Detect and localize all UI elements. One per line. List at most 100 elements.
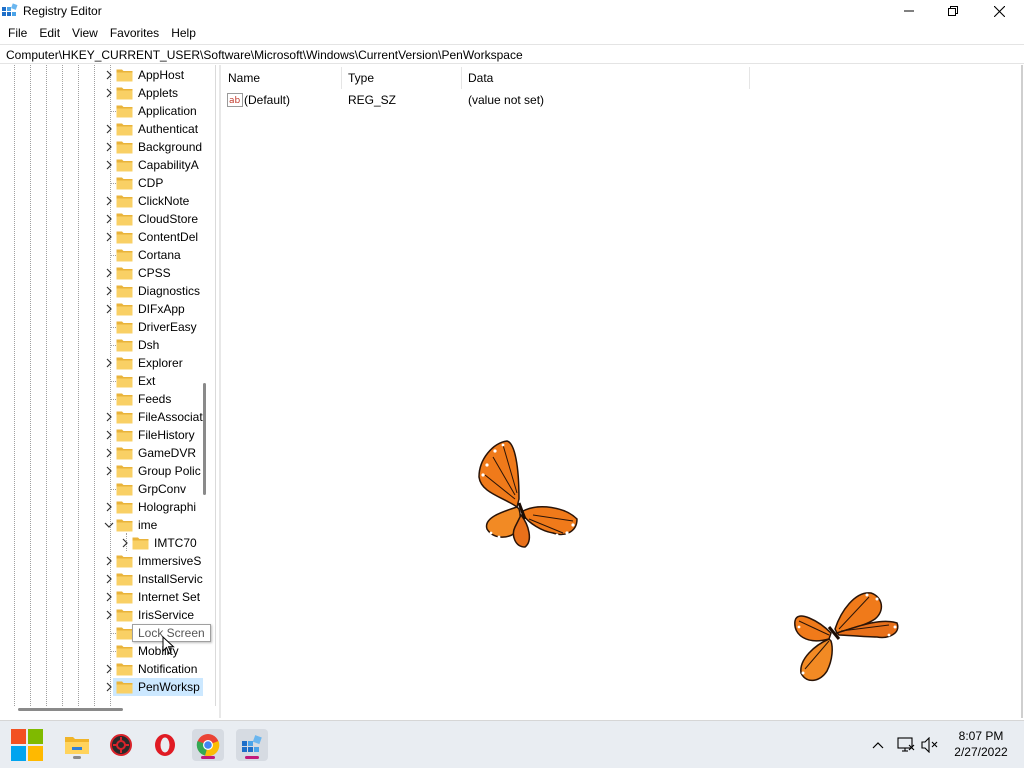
restore-button[interactable] (930, 0, 976, 22)
tree-node[interactable]: IMTC70 (0, 534, 215, 552)
tree-node[interactable]: Group Polic (0, 462, 215, 480)
network-icon (897, 737, 915, 752)
chevron-right-icon[interactable] (104, 556, 114, 566)
chevron-right-icon[interactable] (120, 538, 130, 548)
tree-node-label: AppHost (138, 68, 185, 82)
menu-view[interactable]: View (66, 23, 104, 43)
chevron-right-icon[interactable] (104, 160, 114, 170)
chevron-right-icon[interactable] (104, 466, 114, 476)
tree-node[interactable]: CapabilityA (0, 156, 215, 174)
file-explorer-taskbar-button[interactable] (61, 729, 93, 761)
column-header-data[interactable]: Data (468, 69, 493, 87)
tree-node[interactable]: AppHost (0, 66, 215, 84)
tree-node[interactable]: Mobility (0, 642, 215, 660)
opera-taskbar-button[interactable] (149, 729, 181, 761)
address-path[interactable]: Computer\HKEY_CURRENT_USER\Software\Micr… (6, 48, 523, 62)
chevron-right-icon[interactable] (104, 412, 114, 422)
network-tray-button[interactable] (896, 735, 916, 755)
column-divider[interactable] (749, 67, 750, 89)
tree-node[interactable]: Ext (0, 372, 215, 390)
tree-node[interactable]: Cortana (0, 246, 215, 264)
tree-node[interactable]: ImmersiveS (0, 552, 215, 570)
chevron-right-icon[interactable] (104, 142, 114, 152)
tree-node[interactable]: ContentDel (0, 228, 215, 246)
show-hidden-icons-button[interactable] (868, 735, 888, 755)
tree-node-label: CapabilityA (138, 158, 199, 172)
tree-node[interactable]: Diagnostics (0, 282, 215, 300)
chrome-taskbar-button[interactable] (192, 729, 224, 761)
tree-node[interactable]: Explorer (0, 354, 215, 372)
chevron-right-icon[interactable] (104, 286, 114, 296)
tree-node[interactable]: ime (0, 516, 215, 534)
chevron-right-icon[interactable] (104, 430, 114, 440)
menu-favorites[interactable]: Favorites (104, 23, 165, 43)
tree-node[interactable]: GrpConv (0, 480, 215, 498)
volume-tray-button[interactable] (920, 735, 940, 755)
tree-node[interactable]: PenWorksp (0, 678, 215, 696)
tree-node-label: GrpConv (138, 482, 187, 496)
start-button[interactable] (11, 729, 43, 761)
tree-node[interactable]: ClickNote (0, 192, 215, 210)
chevron-right-icon[interactable] (104, 70, 114, 80)
chevron-right-icon[interactable] (104, 592, 114, 602)
folder-icon (116, 87, 133, 100)
chevron-right-icon[interactable] (104, 304, 114, 314)
column-header-type[interactable]: Type (348, 69, 374, 87)
tree-node[interactable]: GameDVR (0, 444, 215, 462)
chevron-right-icon[interactable] (104, 88, 114, 98)
tree-node[interactable]: FileAssociat (0, 408, 215, 426)
tree-node-label: CloudStore (138, 212, 199, 226)
tree-node[interactable]: Application (0, 102, 215, 120)
value-row[interactable]: ab (Default) REG_SZ (value not set) (221, 91, 821, 109)
menu-edit[interactable]: Edit (33, 23, 66, 43)
folder-icon (116, 231, 133, 244)
column-header-name[interactable]: Name (228, 69, 260, 87)
system-clock[interactable]: 8:07 PM 2/27/2022 (946, 728, 1016, 760)
chevron-down-icon[interactable] (104, 520, 114, 530)
close-button[interactable] (976, 0, 1022, 22)
values-panel[interactable]: Name Type Data ab (Default) REG_SZ (valu… (221, 65, 1024, 718)
chevron-right-icon[interactable] (104, 682, 114, 692)
tree-node[interactable]: CPSS (0, 264, 215, 282)
chevron-right-icon[interactable] (104, 502, 114, 512)
tree-node[interactable]: FileHistory (0, 426, 215, 444)
chevron-right-icon[interactable] (104, 124, 114, 134)
tree-node[interactable]: InstallServic (0, 570, 215, 588)
chevron-right-icon[interactable] (104, 358, 114, 368)
chevron-right-icon[interactable] (104, 664, 114, 674)
column-divider[interactable] (461, 67, 462, 89)
tree-node[interactable]: Background (0, 138, 215, 156)
address-bar[interactable]: Computer\HKEY_CURRENT_USER\Software\Micr… (0, 44, 1024, 64)
chevron-right-icon[interactable] (104, 268, 114, 278)
tree-node[interactable]: IrisService (0, 606, 215, 624)
chevron-right-icon[interactable] (104, 232, 114, 242)
tree-horizontal-scrollbar[interactable] (18, 708, 123, 711)
tree-node[interactable]: Notification (0, 660, 215, 678)
tree-node[interactable]: Feeds (0, 390, 215, 408)
menu-file[interactable]: File (2, 23, 33, 43)
chevron-right-icon[interactable] (104, 610, 114, 620)
tree-node[interactable]: Applets (0, 84, 215, 102)
tree-node[interactable]: DIFxApp (0, 300, 215, 318)
folder-icon (116, 663, 133, 676)
windows-logo-icon (11, 729, 43, 761)
menu-help[interactable]: Help (165, 23, 202, 43)
tree-node[interactable]: Dsh (0, 336, 215, 354)
mouse-cursor-icon (162, 636, 175, 655)
minimize-button[interactable] (886, 0, 932, 22)
chevron-right-icon[interactable] (104, 214, 114, 224)
tree-node[interactable]: Holographi (0, 498, 215, 516)
tree-node[interactable]: Authenticat (0, 120, 215, 138)
tree-node[interactable]: Internet Set (0, 588, 215, 606)
tree-node[interactable]: DriverEasy (0, 318, 215, 336)
registry-tree[interactable]: AppHost Applets Application Authenticat Back… (0, 65, 216, 706)
tree-vertical-scrollbar[interactable] (203, 383, 206, 495)
column-divider[interactable] (341, 67, 342, 89)
regedit-taskbar-button[interactable] (236, 729, 268, 761)
driver-booster-taskbar-button[interactable] (105, 729, 137, 761)
tree-node[interactable]: CDP (0, 174, 215, 192)
chevron-right-icon[interactable] (104, 448, 114, 458)
chevron-right-icon[interactable] (104, 196, 114, 206)
chevron-right-icon[interactable] (104, 574, 114, 584)
tree-node[interactable]: CloudStore (0, 210, 215, 228)
